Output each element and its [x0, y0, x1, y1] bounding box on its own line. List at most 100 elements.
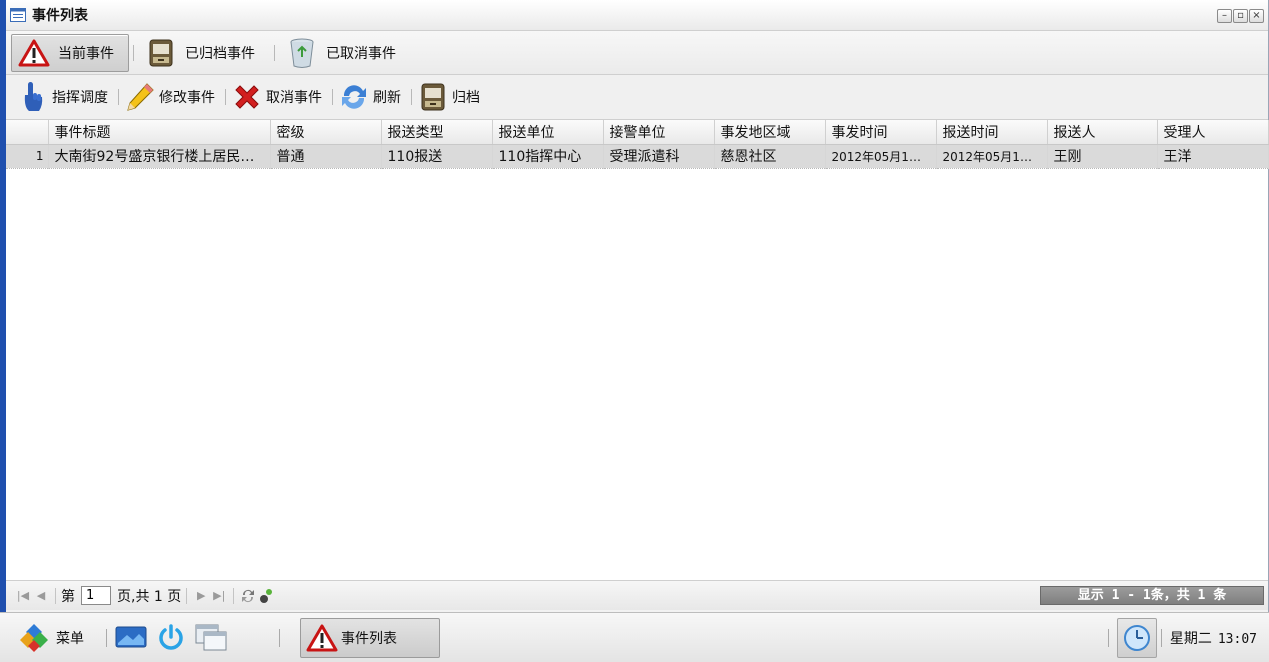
archive-cabinet-icon [418, 82, 448, 112]
weekday-label: 星期二 [1169, 631, 1212, 647]
window-title: 事件列表 [32, 8, 88, 24]
cell-receiving-unit[interactable]: 受理派遣科 [603, 144, 715, 169]
archive-button[interactable]: 归档 [416, 79, 486, 115]
column-header-area[interactable]: 事发地区域 [714, 120, 826, 145]
warning-icon [305, 623, 339, 653]
table-row[interactable]: 1 大南街92号盛京银行楼上居民… 普通 110报送 110指挥中心 受理派遣科… [6, 144, 1269, 169]
dispatch-label: 指挥调度 [52, 90, 108, 106]
column-header-receiving-unit[interactable]: 接警单位 [603, 120, 715, 145]
cell-occurrence-time[interactable]: 2012年05月1… [825, 144, 937, 169]
restore-icon[interactable]: ▫ [1233, 9, 1248, 23]
column-header-secrecy[interactable]: 密级 [270, 120, 382, 145]
start-menu-label: 菜单 [56, 630, 84, 647]
tab-label: 当前事件 [58, 45, 114, 62]
cell-title[interactable]: 大南街92号盛京银行楼上居民… [48, 144, 271, 169]
toolbar-separator [118, 89, 119, 105]
event-list-window: 事件列表 – ▫ × 当前事件 已归档事件 已取消事件 指挥调度 修改事件 取消… [0, 0, 1269, 612]
page-suffix: 页,共 1 页 [117, 588, 182, 605]
cell-reporter[interactable]: 王刚 [1047, 144, 1158, 169]
last-page-icon[interactable]: ▶| [210, 587, 228, 605]
column-header-title[interactable]: 事件标题 [48, 120, 271, 145]
taskbar-separator [1107, 629, 1109, 647]
system-tray: 星期二 13:07 [1100, 613, 1269, 662]
start-menu-button[interactable]: 菜单 [18, 622, 84, 654]
cell-report-time[interactable]: 2012年05月1… [936, 144, 1048, 169]
dispatch-button[interactable]: 指挥调度 [16, 79, 114, 115]
row-number: 1 [6, 144, 49, 169]
pager-info: 显示 1 - 1条，共 1 条 [1040, 586, 1264, 605]
tab-cancelled-events[interactable]: 已取消事件 [279, 34, 411, 72]
taskbar-item-event-list[interactable]: 事件列表 [300, 617, 440, 658]
pager-separator [233, 587, 235, 604]
column-header-report-type[interactable]: 报送类型 [381, 120, 493, 145]
event-tabs: 当前事件 已归档事件 已取消事件 [6, 31, 1268, 75]
prev-page-icon[interactable]: ◀ [32, 587, 50, 605]
pencil-icon [125, 82, 155, 112]
action-toolbar: 指挥调度 修改事件 取消事件 刷新 归档 [6, 75, 1268, 120]
page-number-input[interactable] [81, 586, 111, 605]
first-page-icon[interactable]: |◀ [14, 587, 32, 605]
taskbar-item-label: 事件列表 [341, 630, 397, 647]
window-controls: – ▫ × [1217, 9, 1264, 23]
time-label: 13:07 [1217, 632, 1257, 647]
edit-event-label: 修改事件 [159, 90, 215, 106]
refresh-label: 刷新 [373, 90, 401, 106]
toolbar-separator [225, 89, 226, 105]
taskbar: 菜单 事件列表 星期二 13:07 [0, 612, 1269, 662]
minimize-icon[interactable]: – [1217, 9, 1232, 23]
close-icon[interactable]: × [1249, 9, 1264, 23]
pointing-hand-icon [18, 82, 48, 112]
warning-icon [18, 38, 50, 68]
window-icon [10, 8, 26, 22]
refresh-button[interactable]: 刷新 [337, 79, 407, 115]
cancel-event-button[interactable]: 取消事件 [230, 79, 328, 115]
edit-event-button[interactable]: 修改事件 [123, 79, 221, 115]
cell-report-type[interactable]: 110报送 [381, 144, 493, 169]
cell-handler[interactable]: 王洋 [1157, 144, 1269, 169]
column-header-handler[interactable]: 受理人 [1157, 120, 1269, 145]
column-header-rownum [6, 120, 49, 145]
cell-area[interactable]: 慈恩社区 [714, 144, 826, 169]
pager-separator [55, 587, 56, 604]
taskbar-separator [279, 628, 280, 647]
taskbar-separator [1160, 629, 1162, 647]
red-x-icon [232, 82, 262, 112]
cell-secrecy[interactable]: 普通 [270, 144, 382, 169]
switch-windows-icon[interactable] [195, 622, 227, 654]
export-icon[interactable] [257, 587, 275, 605]
recycle-bin-icon [286, 38, 318, 68]
window-titlebar[interactable]: 事件列表 – ▫ × [6, 0, 1268, 31]
pagination-bar: |◀ ◀ 第 页,共 1 页 ▶ ▶| 显示 1 - 1条，共 1 条 [6, 581, 1268, 610]
page-prefix: 第 [61, 588, 75, 605]
pager-refresh-icon[interactable] [239, 587, 257, 605]
event-grid: 事件标题 密级 报送类型 报送单位 接警单位 事发地区域 事发时间 报送时间 报… [6, 120, 1269, 581]
toolbar-separator [411, 89, 412, 105]
column-header-report-unit[interactable]: 报送单位 [492, 120, 604, 145]
archive-cabinet-icon [145, 38, 177, 68]
cell-report-unit[interactable]: 110指挥中心 [492, 144, 604, 169]
clock-button[interactable] [1116, 618, 1157, 658]
tab-current-events[interactable]: 当前事件 [11, 33, 129, 72]
tab-archived-events[interactable]: 已归档事件 [138, 34, 270, 72]
column-header-reporter[interactable]: 报送人 [1047, 120, 1158, 145]
tab-separator [274, 44, 275, 61]
quick-launch [115, 622, 227, 654]
start-menu-icon [18, 622, 50, 654]
taskbar-separator [106, 628, 107, 647]
refresh-icon [339, 82, 369, 112]
next-page-icon[interactable]: ▶ [192, 587, 210, 605]
cancel-event-label: 取消事件 [266, 90, 322, 106]
tab-separator [133, 44, 134, 61]
clock-icon [1123, 625, 1150, 651]
power-icon[interactable] [155, 622, 187, 654]
desktop-icon[interactable] [115, 622, 147, 654]
toolbar-separator [332, 89, 333, 105]
tab-label: 已归档事件 [185, 45, 255, 62]
tab-label: 已取消事件 [326, 45, 396, 62]
clock-readout: 星期二 13:07 [1170, 628, 1257, 648]
event-table: 事件标题 密级 报送类型 报送单位 接警单位 事发地区域 事发时间 报送时间 报… [6, 120, 1269, 169]
column-header-report-time[interactable]: 报送时间 [936, 120, 1048, 145]
column-header-occurrence-time[interactable]: 事发时间 [825, 120, 937, 145]
pager-separator [186, 587, 188, 604]
grid-header-row: 事件标题 密级 报送类型 报送单位 接警单位 事发地区域 事发时间 报送时间 报… [6, 120, 1269, 145]
